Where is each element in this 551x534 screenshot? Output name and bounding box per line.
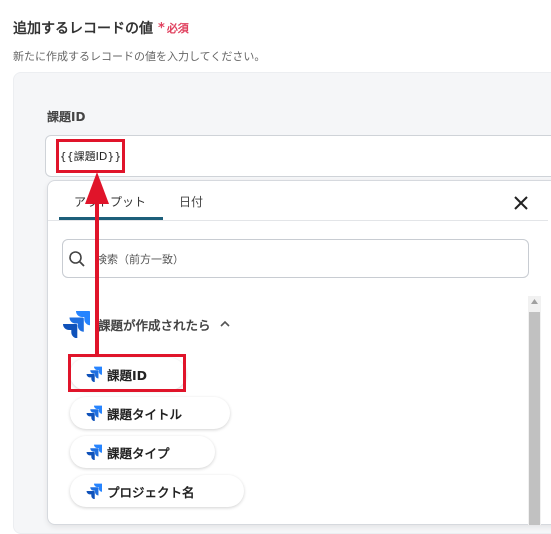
scrollbar-thumb[interactable] (529, 312, 540, 525)
close-button[interactable] (511, 193, 531, 213)
search-input[interactable] (96, 249, 516, 269)
active-tab-indicator (59, 217, 163, 220)
jira-icon (86, 444, 102, 460)
output-group-header[interactable]: 課題が作成されたら (62, 310, 231, 338)
output-item-label: プロジェクト名 (107, 484, 195, 500)
jira-icon (86, 405, 102, 421)
chevron-up-icon (219, 320, 230, 327)
tab-outputs[interactable]: アウトプット (74, 193, 146, 210)
required-label: 必須 (166, 22, 189, 35)
jira-icon (86, 366, 102, 382)
output-group-title: 課題が作成されたら (98, 317, 211, 333)
tab-date[interactable]: 日付 (179, 193, 203, 210)
required-star: * (158, 20, 165, 36)
section-title: 追加するレコードの値 * 必須 (13, 18, 189, 38)
output-item-issue-type[interactable]: 課題タイプ (70, 436, 215, 468)
output-item-label: 課題タイプ (107, 445, 170, 461)
scroll-up-arrow-icon[interactable] (530, 298, 539, 306)
output-item-issue-id[interactable]: 課題ID (70, 358, 186, 390)
output-item-project-name[interactable]: プロジェクト名 (70, 475, 244, 507)
search-icon (69, 251, 85, 267)
value-token-text: {{課題ID}} (59, 150, 122, 163)
jira-icon (86, 483, 102, 499)
close-icon (514, 196, 528, 210)
jira-icon (63, 311, 90, 338)
tab-divider (48, 220, 548, 221)
output-item-label: 課題ID (107, 367, 148, 383)
section-title-text: 追加するレコードの値 (13, 21, 153, 37)
field-label: 課題ID (47, 110, 86, 124)
value-token[interactable]: {{課題ID}} (56, 139, 125, 173)
section-description: 新たに作成するレコードの値を入力してください。 (13, 50, 266, 63)
output-dropdown (47, 180, 551, 525)
output-item-issue-title[interactable]: 課題タイトル (70, 397, 230, 429)
output-item-label: 課題タイトル (107, 406, 183, 422)
